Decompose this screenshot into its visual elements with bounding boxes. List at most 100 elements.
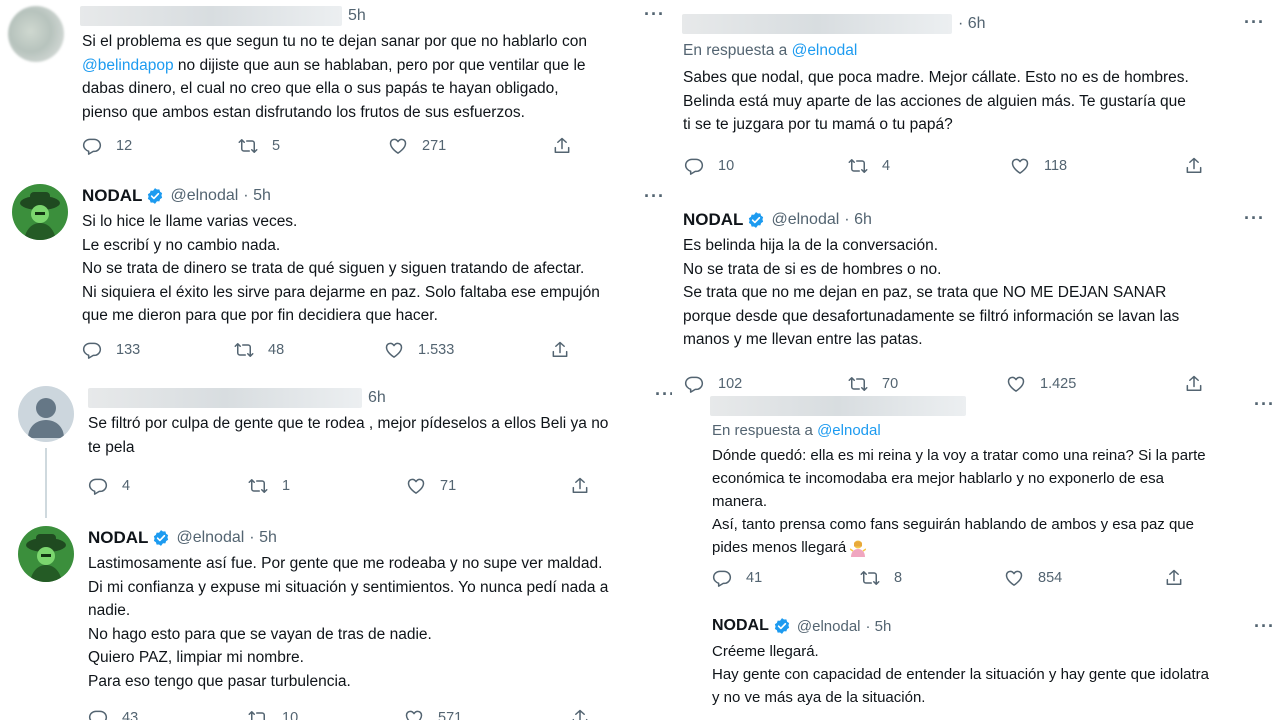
reply-icon <box>82 136 102 156</box>
user-handle[interactable]: @elnodal <box>771 211 839 229</box>
nodal-avatar[interactable] <box>12 184 68 240</box>
like-button[interactable]: 1.533 <box>384 340 454 360</box>
retweet-count: 1 <box>282 478 291 494</box>
heart-icon <box>406 476 426 496</box>
tweet-card[interactable]: NODAL @elnodal · 5h ··· Si lo hice le ll… <box>0 172 672 372</box>
more-options-icon[interactable]: ··· <box>1254 616 1275 637</box>
share-button[interactable] <box>1184 374 1218 394</box>
tweet-header: · 6h <box>682 14 986 34</box>
like-count: 1.425 <box>1040 376 1077 392</box>
user-handle[interactable]: @elnodal <box>797 618 861 635</box>
like-button[interactable]: 571 <box>404 708 462 720</box>
share-button[interactable] <box>1184 156 1218 176</box>
more-options-icon[interactable]: ··· <box>1244 12 1265 33</box>
verified-badge-icon <box>146 187 164 205</box>
reply-button[interactable]: 102 <box>684 374 742 394</box>
user-name[interactable]: NODAL <box>82 186 142 206</box>
tweet-time[interactable]: 6h <box>368 389 386 407</box>
share-button[interactable] <box>1164 568 1198 588</box>
tweet-actions: 43 10 571 <box>0 708 688 720</box>
mention-link[interactable]: @belindapop <box>82 57 174 74</box>
tweet-actions: 12 5 271 <box>0 136 672 160</box>
reply-button[interactable]: 4 <box>88 476 130 496</box>
like-button[interactable]: 118 <box>1010 156 1067 176</box>
user-handle[interactable]: @elnodal <box>170 187 238 205</box>
reply-to-handle-link[interactable]: @elnodal <box>817 422 881 439</box>
tweet-time[interactable]: · 6h <box>844 211 872 229</box>
tweet-header: NODAL @elnodal · 5h <box>712 617 891 635</box>
tweet-card[interactable]: NODAL @elnodal · 5h Lastimosamente así f… <box>0 518 688 720</box>
like-count: 71 <box>440 478 457 494</box>
like-count: 854 <box>1038 570 1063 586</box>
heart-icon <box>388 136 408 156</box>
more-options-icon[interactable]: ··· <box>644 186 665 207</box>
like-button[interactable]: 71 <box>406 476 456 496</box>
reply-button[interactable]: 133 <box>82 340 140 360</box>
tweet-actions: 41 8 854 <box>704 568 1280 592</box>
tweet-text: Si el problema es que segun tu no te dej… <box>82 33 587 121</box>
reply-count: 102 <box>718 376 743 392</box>
share-icon <box>1184 156 1204 176</box>
retweet-count: 48 <box>268 342 285 358</box>
retweet-button[interactable]: 5 <box>238 136 280 156</box>
tweet-card[interactable]: NODAL @elnodal · 5h ··· Créeme llegará. … <box>704 608 1280 720</box>
reply-button[interactable]: 12 <box>82 136 132 156</box>
tweet-time[interactable]: · 5h <box>866 618 892 635</box>
user-name[interactable]: NODAL <box>683 210 743 230</box>
user-handle[interactable]: @elnodal <box>176 529 244 547</box>
tweet-actions: 10 4 118 <box>672 156 1280 180</box>
tweet-actions: 133 48 1.533 <box>0 340 672 364</box>
share-button[interactable] <box>552 136 586 156</box>
tweet-card[interactable]: · 6h ··· En respuesta a @elnodal Sabes q… <box>672 0 1280 196</box>
tweet-time[interactable]: · 6h <box>958 15 986 33</box>
tweet-card[interactable]: ··· En respuesta a @elnodal Dónde quedó:… <box>704 392 1280 602</box>
tweet-card[interactable]: NODAL @elnodal · 6h ··· Es belinda hija … <box>672 196 1280 396</box>
tweet-text: Es belinda hija la de la conversación. N… <box>683 237 1180 348</box>
tweet-header: NODAL @elnodal · 5h <box>88 528 277 548</box>
like-count: 571 <box>438 710 463 720</box>
retweet-icon <box>248 476 268 496</box>
verified-badge-icon <box>152 529 170 547</box>
reply-icon <box>88 708 108 720</box>
like-button[interactable]: 271 <box>388 136 446 156</box>
tweet-time[interactable]: · 5h <box>243 187 271 205</box>
more-options-icon[interactable]: ··· <box>1244 208 1265 229</box>
heart-icon <box>1004 568 1024 588</box>
retweet-icon <box>848 156 868 176</box>
reply-count: 10 <box>718 158 735 174</box>
user-name[interactable]: NODAL <box>88 528 148 548</box>
retweet-button[interactable]: 8 <box>860 568 902 588</box>
blurred-user-name <box>88 388 362 408</box>
more-options-icon[interactable]: ··· <box>644 4 665 25</box>
retweet-button[interactable]: 10 <box>248 708 298 720</box>
tweet-time[interactable]: · 5h <box>249 529 277 547</box>
reply-count: 43 <box>122 710 139 720</box>
more-options-icon[interactable]: ··· <box>1254 394 1275 415</box>
tweet-card[interactable]: 6h ··· Se filtró por culpa de gente que … <box>0 380 688 518</box>
share-icon <box>570 476 590 496</box>
reply-button[interactable]: 10 <box>684 156 734 176</box>
share-button[interactable] <box>550 340 584 360</box>
retweet-button[interactable]: 70 <box>848 374 898 394</box>
heart-icon <box>1006 374 1026 394</box>
reply-button[interactable]: 43 <box>88 708 138 720</box>
reply-button[interactable]: 41 <box>712 568 762 588</box>
retweet-icon <box>238 136 258 156</box>
nodal-avatar[interactable] <box>18 526 74 582</box>
retweet-button[interactable]: 48 <box>234 340 284 360</box>
like-button[interactable]: 1.425 <box>1006 374 1076 394</box>
retweet-button[interactable]: 4 <box>848 156 890 176</box>
tweet-card[interactable]: 5h ··· Si el problema es que segun tu no… <box>0 0 672 172</box>
tweet-header: 5h <box>80 6 366 26</box>
default-avatar[interactable] <box>18 386 74 442</box>
tweet-time[interactable]: 5h <box>348 7 366 25</box>
reply-to-handle-link[interactable]: @elnodal <box>792 42 858 59</box>
like-button[interactable]: 854 <box>1004 568 1062 588</box>
user-name[interactable]: NODAL <box>712 617 769 635</box>
retweet-button[interactable]: 1 <box>248 476 290 496</box>
tweet-text: Dónde quedó: ella es mi reina y la voy a… <box>712 447 1206 558</box>
avatar[interactable] <box>8 6 64 62</box>
share-button[interactable] <box>570 708 604 720</box>
share-button[interactable] <box>570 476 604 496</box>
like-count: 271 <box>422 138 447 154</box>
